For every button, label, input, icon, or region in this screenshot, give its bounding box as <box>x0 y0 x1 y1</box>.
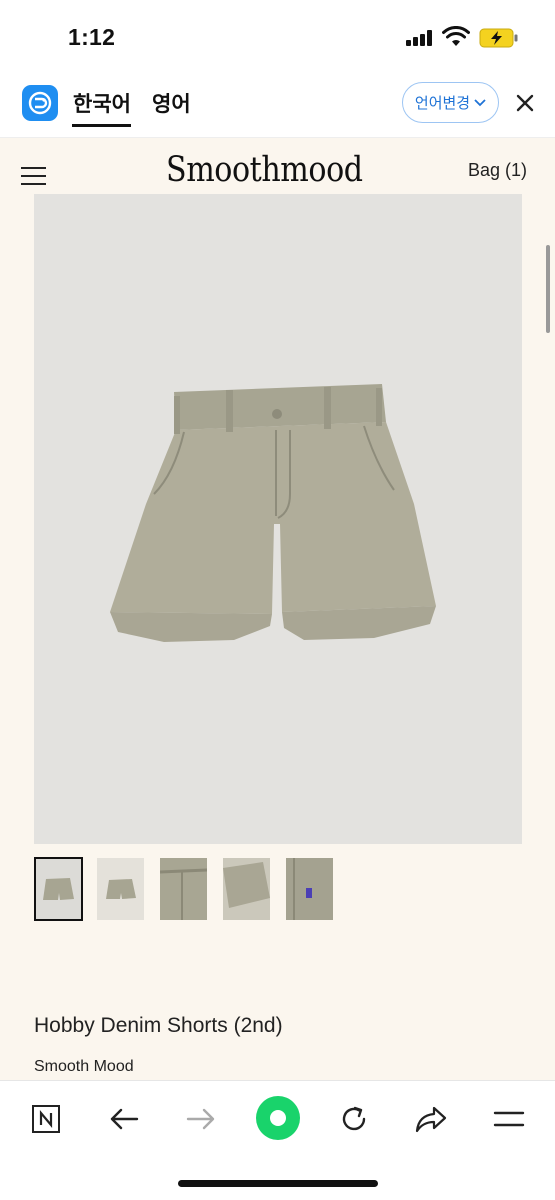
site-logo[interactable]: Smoothmood <box>166 150 363 190</box>
refresh-icon[interactable] <box>334 1099 374 1139</box>
bag-link[interactable]: Bag (1) <box>468 160 527 181</box>
tab-korean[interactable]: 한국어 <box>73 88 131 118</box>
product-title: Hobby Denim Shorts (2nd) <box>34 1014 283 1037</box>
thumbnail-4[interactable] <box>223 858 270 920</box>
papago-icon[interactable] <box>22 85 58 121</box>
change-language-label: 언어변경 <box>414 95 471 112</box>
thumbnail-5[interactable] <box>286 858 333 920</box>
translator-bar: 한국어 영어 언어변경 <box>0 72 555 138</box>
scroll-indicator[interactable] <box>546 245 550 333</box>
thumbnail-1[interactable] <box>34 857 83 921</box>
cellular-signal-icon <box>406 30 434 46</box>
close-icon[interactable] <box>512 90 538 116</box>
naver-n-icon[interactable] <box>26 1099 66 1139</box>
product-image[interactable] <box>34 194 522 844</box>
wifi-icon <box>442 26 470 46</box>
thumbnail-3[interactable] <box>160 858 207 920</box>
denim-shorts-illustration <box>110 384 436 642</box>
chevron-down-icon <box>474 98 486 106</box>
site-header: Smoothmood Bag (1) <box>0 138 555 194</box>
change-language-button[interactable]: 언어변경 <box>402 82 499 123</box>
forward-arrow-icon[interactable] <box>181 1099 221 1139</box>
active-tab-underline <box>72 124 131 127</box>
back-arrow-icon[interactable] <box>104 1099 144 1139</box>
tab-english[interactable]: 영어 <box>152 88 191 118</box>
green-dot-icon[interactable] <box>256 1096 300 1140</box>
home-indicator[interactable] <box>178 1180 378 1187</box>
battery-charging-icon <box>479 28 518 48</box>
status-time: 1:12 <box>68 24 116 50</box>
thumbnail-2[interactable] <box>97 858 144 920</box>
share-icon[interactable] <box>411 1099 451 1139</box>
status-bar: 1:12 <box>0 0 555 72</box>
menu-icon[interactable] <box>489 1099 529 1139</box>
hamburger-menu-icon[interactable] <box>21 167 46 185</box>
product-brand[interactable]: Smooth Mood <box>34 1058 134 1076</box>
